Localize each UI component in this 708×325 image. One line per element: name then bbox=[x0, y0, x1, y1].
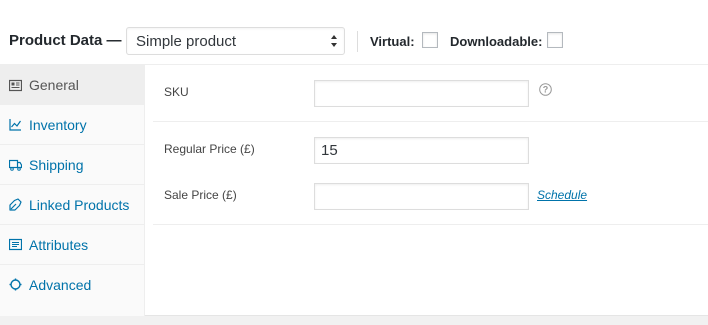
sku-input[interactable] bbox=[314, 80, 529, 107]
tab-general[interactable]: General bbox=[0, 65, 145, 105]
field-group-divider-bottom bbox=[153, 224, 708, 225]
product-data-header: Product Data — Simple product Virtual: D… bbox=[0, 18, 708, 65]
product-data-tabs: General Inventory Shipping Linked Produc… bbox=[0, 65, 145, 316]
panel-top-strip bbox=[0, 0, 708, 18]
header-separator bbox=[357, 31, 358, 52]
sale-price-input[interactable] bbox=[314, 183, 529, 210]
regular-price-label: Regular Price (£) bbox=[164, 142, 255, 156]
downloadable-checkbox[interactable] bbox=[547, 32, 563, 48]
virtual-label: Virtual: bbox=[370, 34, 415, 49]
regular-price-input[interactable] bbox=[314, 137, 529, 164]
product-type-value: Simple product bbox=[136, 33, 237, 50]
svg-text:?: ? bbox=[543, 85, 549, 95]
tab-general-label: General bbox=[29, 77, 79, 93]
downloadable-label: Downloadable: bbox=[450, 34, 543, 49]
tab-inventory-label: Inventory bbox=[29, 117, 87, 133]
product-data-title: Product Data — bbox=[9, 32, 122, 49]
general-icon bbox=[9, 79, 22, 92]
linked-products-icon bbox=[9, 198, 22, 211]
tab-attributes[interactable]: Attributes bbox=[0, 225, 145, 265]
field-group-divider bbox=[153, 121, 708, 122]
sku-label: SKU bbox=[164, 85, 189, 99]
tab-advanced[interactable]: Advanced bbox=[0, 265, 145, 305]
tab-shipping-label: Shipping bbox=[29, 157, 84, 173]
product-type-select[interactable]: Simple product bbox=[126, 27, 345, 55]
tab-inventory[interactable]: Inventory bbox=[0, 105, 145, 145]
inventory-icon bbox=[9, 119, 21, 131]
schedule-link[interactable]: Schedule bbox=[537, 188, 587, 202]
attributes-icon bbox=[9, 238, 22, 251]
help-icon[interactable]: ? bbox=[539, 83, 552, 96]
shipping-icon bbox=[9, 159, 22, 171]
tab-linked-products[interactable]: Linked Products bbox=[0, 185, 145, 225]
tab-attributes-label: Attributes bbox=[29, 237, 89, 253]
tab-linked-products-label: Linked Products bbox=[29, 197, 130, 213]
sale-price-label: Sale Price (£) bbox=[164, 188, 237, 202]
advanced-icon bbox=[9, 278, 22, 291]
select-arrows-icon bbox=[331, 35, 337, 47]
tab-advanced-label: Advanced bbox=[29, 277, 92, 293]
virtual-checkbox[interactable] bbox=[422, 32, 438, 48]
tab-shipping[interactable]: Shipping bbox=[0, 145, 145, 185]
